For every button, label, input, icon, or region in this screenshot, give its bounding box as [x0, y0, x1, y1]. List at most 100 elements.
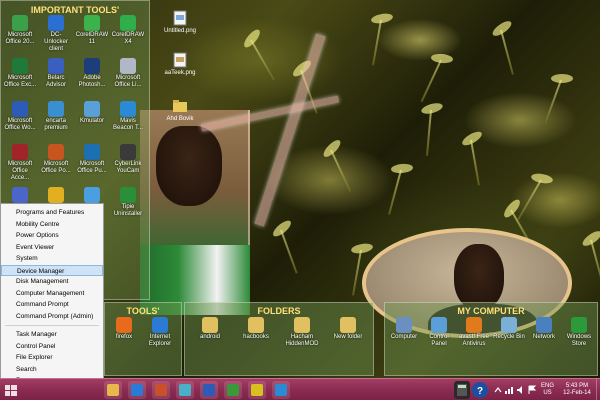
tray-clock[interactable]: 5:43 PM 12-Feb-14	[560, 383, 594, 397]
app-icon	[84, 101, 100, 117]
grass-stalk	[250, 39, 275, 81]
fence-shortcut[interactable]: Recycle Bin	[492, 317, 526, 341]
fence-shortcut[interactable]: Microsoft Office Li...	[111, 58, 145, 89]
shortcut-label: Microsoft Office Po...	[41, 161, 71, 174]
shortcut-label: Microsoft Office Pu...	[77, 161, 107, 174]
fence-shortcut[interactable]: New folder	[331, 317, 365, 341]
shortcut-label: Internet Explorer	[148, 334, 172, 347]
tray-network-button[interactable]	[504, 385, 514, 398]
shortcut-label: Belarc Advisor	[45, 75, 66, 88]
taskbar-app-button[interactable]	[272, 381, 290, 399]
shortcut-label: Microsoft Office Li...	[114, 75, 142, 88]
shortcut-label: DC-Unlocker client	[44, 32, 68, 52]
fence-shortcut[interactable]: Kmulator	[75, 101, 109, 125]
fence-shortcut[interactable]	[39, 187, 73, 204]
app-icon	[202, 317, 218, 333]
menu-item-search[interactable]: Search	[1, 364, 103, 376]
shortcut-label: Microsoft Office 20...	[5, 32, 35, 45]
fence-shortcut[interactable]: Hacham HiddenMOD	[285, 317, 319, 348]
tray-action-button[interactable]	[527, 385, 537, 398]
app-icon	[116, 317, 132, 333]
fence-shortcut[interactable]: Internet Explorer	[143, 317, 177, 348]
app-icon	[571, 317, 587, 333]
fence-shortcut[interactable]	[75, 187, 109, 204]
taskbar-app-button[interactable]	[152, 381, 170, 399]
menu-item-task-manager[interactable]: Task Manager	[1, 329, 103, 341]
fence-shortcut[interactable]: Windows Store	[562, 317, 596, 348]
grass-seedhead	[420, 101, 444, 116]
fence-title: MY COMPUTER	[457, 306, 525, 316]
taskbar-app-button[interactable]	[200, 381, 218, 399]
grass-stalk	[352, 249, 362, 296]
taskbar-app-button[interactable]	[248, 381, 266, 399]
taskbar: ? ENG US 5:43 PM 12-Feb-14	[0, 378, 600, 400]
photoshop-icon	[251, 384, 263, 396]
app-icon	[120, 101, 136, 117]
menu-item-control-panel[interactable]: Control Panel	[1, 341, 103, 353]
fence-shortcut[interactable]: Control Panel	[422, 317, 456, 348]
start-button[interactable]	[2, 381, 20, 399]
desktop-folder-ahd-bovik[interactable]: Ahd Bovik	[160, 98, 200, 123]
fence-shortcut[interactable]: encarta premium	[39, 101, 73, 132]
menu-item-command-prompt[interactable]: Command Prompt	[1, 299, 103, 311]
fence-shortcut[interactable]: Network	[527, 317, 561, 341]
shortcut-label: Microsoft Office Acce...	[7, 161, 33, 181]
grass-seedhead	[580, 228, 600, 249]
chrome-icon	[275, 384, 287, 396]
fence-shortcut[interactable]: Microsoft Office Wo...	[3, 101, 37, 132]
tray-volume-button[interactable]	[516, 385, 526, 398]
fence-shortcut[interactable]: CorelDRAW X4	[111, 15, 145, 46]
menu-item-device-manager[interactable]: Device Manager	[1, 264, 103, 276]
grid-icon	[227, 384, 239, 396]
fence-shortcut[interactable]: Microsoft Office 20...	[3, 15, 37, 46]
shortcut-label: Kmulator	[79, 118, 104, 124]
fence-shortcut[interactable]: android	[193, 317, 227, 341]
tray-show-hidden-button[interactable]	[494, 385, 502, 398]
menu-item-system[interactable]: System	[1, 253, 103, 265]
fence-shortcut[interactable]: CyberLink YouCam	[111, 144, 145, 175]
calculator-app-button[interactable]	[454, 381, 470, 399]
menu-item-computer-management[interactable]: Computer Management	[1, 288, 103, 300]
fence-shortcut[interactable]: Computer	[387, 317, 421, 341]
help-button[interactable]: ?	[472, 382, 488, 398]
fence-shortcut[interactable]: DC-Unlocker client	[39, 15, 73, 53]
music-icon	[155, 384, 167, 396]
fence-shortcut[interactable]: Microsoft Office Pu...	[75, 144, 109, 175]
tray-language-button[interactable]: ENG US	[541, 383, 554, 397]
fence-shortcut[interactable]: Tipie Uninstaller	[111, 187, 145, 218]
app-icon	[248, 317, 264, 333]
menu-item-programs-and-features[interactable]: Programs and Features	[1, 207, 103, 219]
fence-shortcut[interactable]: hacbooks	[239, 317, 273, 341]
app-icon	[536, 317, 552, 333]
menu-item-command-prompt-admin[interactable]: Command Prompt (Admin)	[1, 311, 103, 323]
fence-shortcut[interactable]: Microsoft Office Po...	[39, 144, 73, 175]
fence-shortcut[interactable]: firefox	[107, 317, 141, 341]
shortcut-label: Control Panel	[429, 334, 449, 347]
grass-stalk	[388, 169, 402, 215]
menu-item-event-viewer[interactable]: Event Viewer	[1, 242, 103, 254]
menu-item-mobility-centre[interactable]: Mobility Centre	[1, 219, 103, 231]
file-explorer-icon	[107, 384, 119, 396]
desktop-file-aateek-png[interactable]: aaTeek.png	[160, 52, 200, 77]
chevron-up-icon	[494, 387, 502, 393]
desktop-file-untitled-png[interactable]: Untitled.png	[160, 10, 200, 35]
taskbar-app-button[interactable]	[224, 381, 242, 399]
menu-item-disk-management[interactable]: Disk Management	[1, 276, 103, 288]
taskbar-app-button[interactable]	[128, 381, 146, 399]
fence-shortcut[interactable]: CorelDRAW 11	[75, 15, 109, 46]
fence-shortcut[interactable]: Microsoft Office Acce...	[3, 144, 37, 182]
fence-shortcut[interactable]: Adobe Photosh...	[75, 58, 109, 89]
fence-shortcut[interactable]: Mavis Beacon T...	[111, 101, 145, 132]
app-icon	[84, 187, 100, 203]
taskbar-app-button[interactable]	[176, 381, 194, 399]
show-desktop-button[interactable]	[596, 379, 600, 400]
fence-shortcut[interactable]: Microsoft Office Exc...	[3, 58, 37, 89]
app-icon	[48, 187, 64, 203]
app-icon	[120, 144, 136, 160]
menu-item-file-explorer[interactable]: File Explorer	[1, 352, 103, 364]
fence-shortcut[interactable]: avast! Free Antivirus	[457, 317, 491, 348]
fence-shortcut[interactable]: Belarc Advisor	[39, 58, 73, 89]
clock-date: 12-Feb-14	[563, 390, 591, 396]
menu-item-power-options[interactable]: Power Options	[1, 230, 103, 242]
taskbar-app-button[interactable]	[104, 381, 122, 399]
